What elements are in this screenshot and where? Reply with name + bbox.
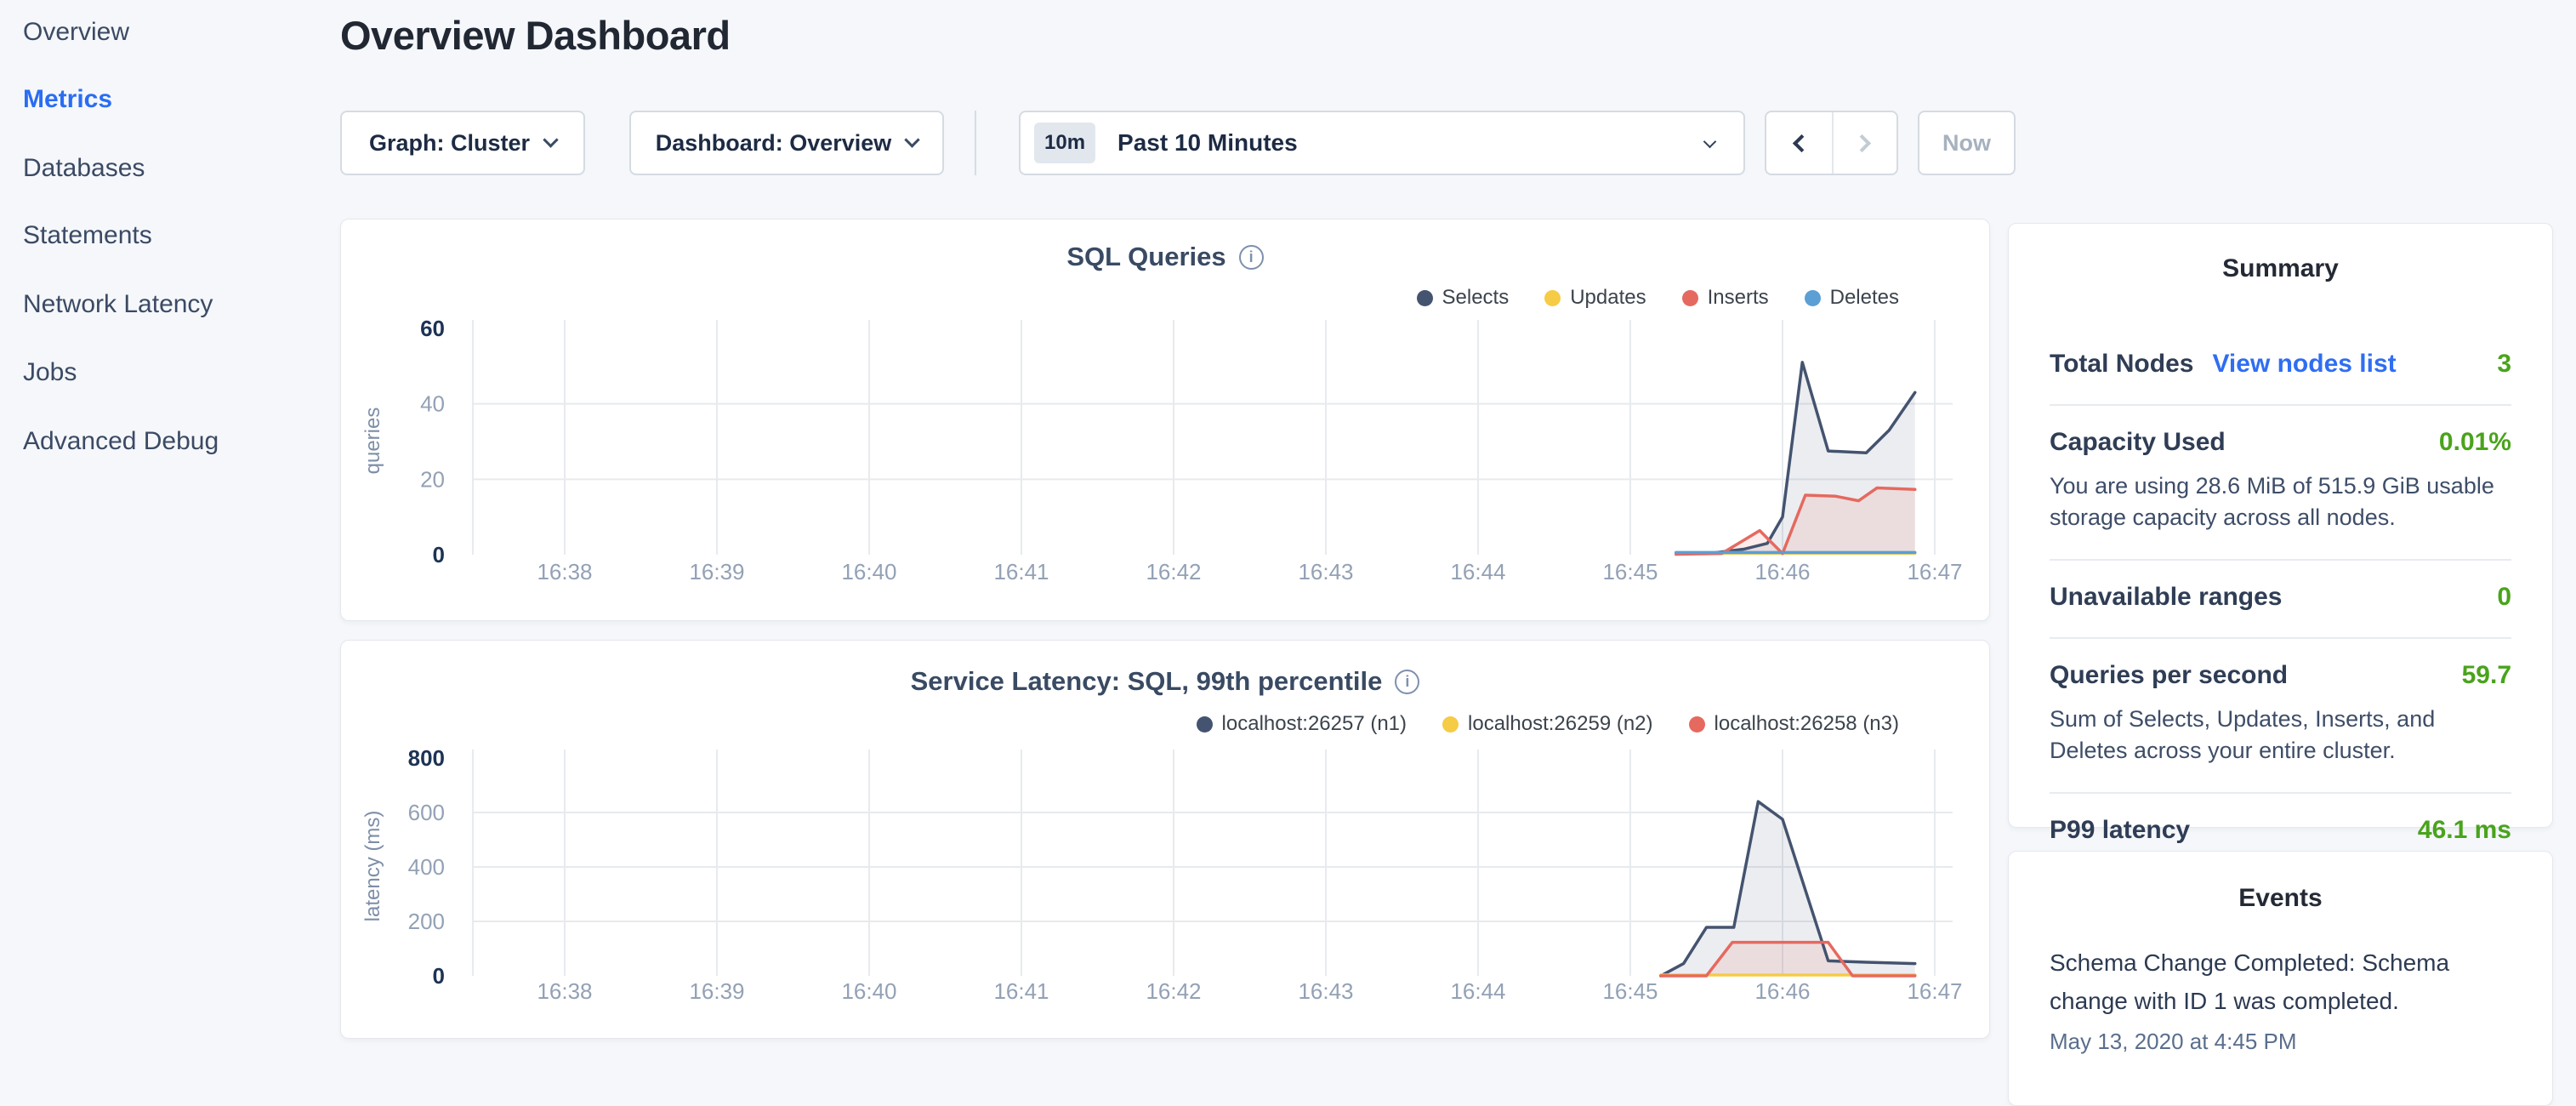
svg-text:16:47: 16:47 bbox=[1907, 978, 1962, 1004]
unavailable-ranges-label: Unavailable ranges bbox=[2050, 583, 2282, 612]
svg-text:16:41: 16:41 bbox=[993, 559, 1049, 584]
graph-scope-label: Graph: Cluster bbox=[369, 130, 530, 157]
event-list-item[interactable]: Schema Change Completed: Schema change w… bbox=[2009, 913, 2552, 1055]
view-nodes-list-link[interactable]: View nodes list bbox=[2212, 350, 2396, 379]
sidebar-item-jobs[interactable]: Jobs bbox=[23, 358, 77, 387]
svg-text:16:39: 16:39 bbox=[689, 978, 744, 1004]
sidebar-item-advanced-debug[interactable]: Advanced Debug bbox=[23, 427, 219, 456]
sidebar-item-metrics[interactable]: Metrics bbox=[23, 85, 112, 114]
svg-text:16:44: 16:44 bbox=[1450, 978, 1505, 1004]
svg-text:0: 0 bbox=[433, 542, 445, 567]
svg-text:16:42: 16:42 bbox=[1146, 559, 1201, 584]
summary-title: Summary bbox=[2009, 224, 2552, 283]
summary-row-qps: Queries per second 59.7 Sum of Selects, … bbox=[2050, 639, 2511, 794]
svg-text:16:46: 16:46 bbox=[1754, 978, 1810, 1004]
gridlines bbox=[473, 320, 1953, 555]
svg-text:16:43: 16:43 bbox=[1298, 559, 1353, 584]
svg-text:16:40: 16:40 bbox=[841, 559, 896, 584]
series-fills bbox=[1661, 801, 1915, 976]
prev-time-button[interactable] bbox=[1766, 112, 1832, 174]
dashboard-label: Dashboard: Overview bbox=[656, 130, 892, 157]
qps-description: Sum of Selects, Updates, Inserts, and De… bbox=[2050, 704, 2511, 767]
chevron-left-icon bbox=[1793, 134, 1811, 151]
capacity-used-label: Capacity Used bbox=[2050, 428, 2226, 457]
time-range-dropdown[interactable]: 10m Past 10 Minutes bbox=[1019, 111, 1745, 175]
p99-latency-label: P99 latency bbox=[2050, 816, 2190, 845]
chart-plot[interactable]: 16:38 16:39 16:40 16:41 16:42 16:43 16:44 16:45… bbox=[341, 641, 1991, 1040]
graph-scope-dropdown[interactable]: Graph: Cluster bbox=[340, 111, 585, 175]
svg-text:16:45: 16:45 bbox=[1602, 559, 1658, 584]
series-fills bbox=[1676, 362, 1915, 555]
svg-text:800: 800 bbox=[408, 745, 445, 771]
svg-text:60: 60 bbox=[420, 316, 445, 341]
time-range-badge: 10m bbox=[1034, 123, 1095, 163]
sidebar-item-databases[interactable]: Databases bbox=[23, 154, 145, 183]
summary-row-total-nodes: Total Nodes View nodes list 3 bbox=[2050, 328, 2511, 406]
summary-panel: Summary Total Nodes View nodes list 3 Ca… bbox=[2008, 223, 2553, 828]
svg-text:16:41: 16:41 bbox=[993, 978, 1049, 1004]
summary-row-capacity: Capacity Used 0.01% You are using 28.6 M… bbox=[2050, 406, 2511, 561]
qps-label: Queries per second bbox=[2050, 661, 2288, 690]
event-timestamp: May 13, 2020 at 4:45 PM bbox=[2050, 1029, 2511, 1055]
controls-divider bbox=[975, 111, 976, 175]
svg-text:400: 400 bbox=[408, 854, 445, 880]
sql-queries-chart-card: SQL Queries SelectsUpdatesInsertsDeletes… bbox=[340, 219, 1990, 621]
events-title: Events bbox=[2009, 852, 2552, 913]
sidebar-item-overview[interactable]: Overview bbox=[23, 18, 129, 47]
svg-text:16:38: 16:38 bbox=[537, 978, 592, 1004]
chevron-right-icon bbox=[1853, 134, 1871, 151]
sidebar: Overview Metrics Databases Statements Ne… bbox=[0, 0, 340, 1052]
next-time-button[interactable] bbox=[1832, 112, 1897, 174]
svg-text:16:39: 16:39 bbox=[689, 559, 744, 584]
svg-text:16:47: 16:47 bbox=[1907, 559, 1962, 584]
total-nodes-value: 3 bbox=[2497, 350, 2511, 379]
svg-text:20: 20 bbox=[420, 466, 445, 492]
svg-text:16:43: 16:43 bbox=[1298, 978, 1353, 1004]
svg-text:16:46: 16:46 bbox=[1754, 559, 1810, 584]
events-panel: Events Schema Change Completed: Schema c… bbox=[2008, 851, 2553, 1106]
sidebar-item-statements[interactable]: Statements bbox=[23, 221, 152, 250]
svg-text:600: 600 bbox=[408, 800, 445, 825]
chevron-down-icon bbox=[1703, 134, 1717, 148]
page-title: Overview Dashboard bbox=[340, 12, 731, 59]
total-nodes-label: Total Nodes bbox=[2050, 350, 2193, 379]
svg-text:16:40: 16:40 bbox=[841, 978, 896, 1004]
unavailable-ranges-value: 0 bbox=[2497, 583, 2511, 612]
qps-value: 59.7 bbox=[2462, 661, 2511, 690]
sidebar-item-network-latency[interactable]: Network Latency bbox=[23, 290, 213, 319]
capacity-used-value: 0.01% bbox=[2439, 428, 2511, 457]
summary-row-unavailable-ranges: Unavailable ranges 0 bbox=[2050, 561, 2511, 639]
capacity-used-description: You are using 28.6 MiB of 515.9 GiB usab… bbox=[2050, 470, 2511, 533]
svg-text:16:44: 16:44 bbox=[1450, 559, 1505, 584]
dashboard-dropdown[interactable]: Dashboard: Overview bbox=[629, 111, 944, 175]
event-text: Schema Change Completed: Schema change w… bbox=[2050, 944, 2511, 1020]
now-button[interactable]: Now bbox=[1918, 111, 2016, 175]
service-latency-chart-card: Service Latency: SQL, 99th percentile lo… bbox=[340, 640, 1990, 1039]
time-range-label: Past 10 Minutes bbox=[1117, 129, 1298, 157]
svg-text:16:38: 16:38 bbox=[537, 559, 592, 584]
chevron-down-icon bbox=[543, 132, 558, 147]
svg-text:0: 0 bbox=[433, 963, 445, 989]
svg-text:16:45: 16:45 bbox=[1602, 978, 1658, 1004]
p99-latency-value: 46.1 ms bbox=[2418, 816, 2511, 845]
axis-labels: 16:38 16:39 16:40 16:41 16:42 16:43 16:44 16:45… bbox=[420, 316, 1962, 584]
svg-text:200: 200 bbox=[408, 909, 445, 934]
svg-text:40: 40 bbox=[420, 391, 445, 417]
chevron-down-icon bbox=[905, 132, 920, 147]
chart-plot[interactable]: 16:38 16:39 16:40 16:41 16:42 16:43 16:44 16:45… bbox=[341, 219, 1991, 622]
svg-text:16:42: 16:42 bbox=[1146, 978, 1201, 1004]
time-step-buttons bbox=[1765, 111, 1898, 175]
